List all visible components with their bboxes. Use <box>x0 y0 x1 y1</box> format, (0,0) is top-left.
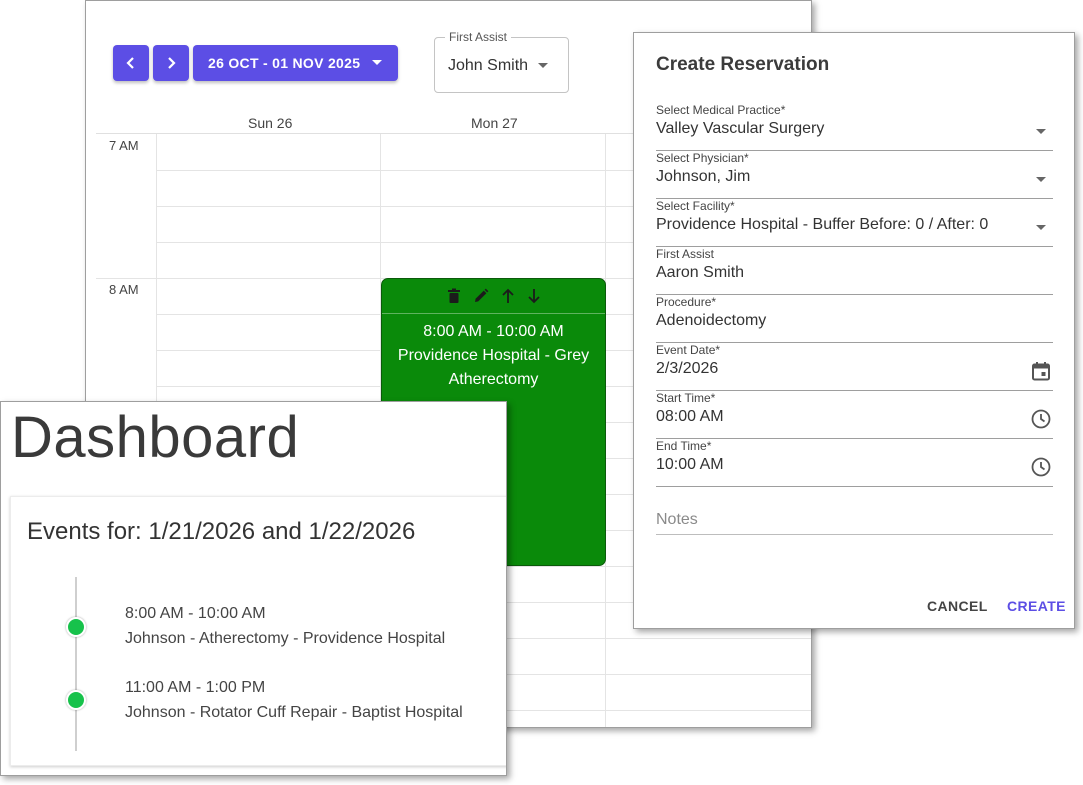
start-time-label: Start Time* <box>656 391 716 405</box>
move-event-down-button[interactable] <box>527 288 541 304</box>
chevron-left-icon <box>126 57 134 69</box>
dashboard-title: Dashboard <box>11 405 300 470</box>
timeline-dot <box>66 690 86 710</box>
next-week-button[interactable] <box>153 45 189 81</box>
edit-event-button[interactable] <box>473 288 489 304</box>
start-time-field[interactable]: Start Time* 08:00 AM <box>656 391 1053 439</box>
event-date-label: Event Date* <box>656 343 721 357</box>
end-time-field[interactable]: End Time* 10:00 AM <box>656 439 1053 487</box>
day-header-mon: Mon 27 <box>471 115 518 131</box>
event-location: Providence Hospital - Grey <box>397 347 590 364</box>
arrow-down-icon <box>527 289 540 304</box>
events-card: Events for: 1/21/2026 and 1/22/2026 8:00… <box>10 496 506 766</box>
timeline-event-description: Johnson - Rotator Cuff Repair - Baptist … <box>125 704 463 721</box>
event-procedure: Atherectomy <box>448 371 539 388</box>
caret-down-icon <box>538 63 548 68</box>
notes-placeholder: Notes <box>656 511 698 528</box>
clock-icon[interactable] <box>1031 409 1051 429</box>
procedure-value: Adenoidectomy <box>656 312 767 329</box>
event-date-field[interactable]: Event Date* 2/3/2026 <box>656 343 1053 391</box>
event-time: 8:00 AM - 10:00 AM <box>423 323 564 340</box>
create-button[interactable]: CREATE <box>1007 598 1066 614</box>
timeline-event-time: 8:00 AM - 10:00 AM <box>125 605 266 622</box>
first-assist-filter-value: John Smith <box>448 57 529 74</box>
timeline-event-description: Johnson - Atherectomy - Providence Hospi… <box>125 630 446 647</box>
timeline-event-time: 11:00 AM - 1:00 PM <box>125 679 266 696</box>
trash-icon <box>447 288 460 303</box>
notes-field[interactable]: Notes <box>656 511 1053 535</box>
facility-label: Select Facility* <box>656 199 735 213</box>
day-header-sun: Sun 26 <box>248 115 293 131</box>
event-toolbar <box>382 279 605 314</box>
delete-event-button[interactable] <box>447 288 461 304</box>
caret-down-icon <box>1036 225 1046 230</box>
physician-select[interactable]: Select Physician* Johnson, Jim <box>656 151 1053 199</box>
events-heading: Events for: 1/21/2026 and 1/22/2026 <box>27 518 416 545</box>
first-assist-filter[interactable]: First Assist John Smith <box>434 30 569 93</box>
dialog-title: Create Reservation <box>656 54 830 75</box>
physician-label: Select Physician* <box>656 151 749 165</box>
first-assist-value: Aaron Smith <box>656 264 745 281</box>
procedure-field[interactable]: Procedure* Adenoidectomy <box>656 295 1053 343</box>
caret-down-icon <box>372 60 382 65</box>
caret-down-icon <box>1036 177 1046 182</box>
timeline-line <box>75 577 77 751</box>
time-label-7am: 7 AM <box>109 138 139 153</box>
facility-value: Providence Hospital - Buffer Before: 0 /… <box>656 216 989 233</box>
start-time-value: 08:00 AM <box>656 408 724 425</box>
medical-practice-label: Select Medical Practice* <box>656 103 786 117</box>
first-assist-label: First Assist <box>656 247 715 261</box>
calendar-icon[interactable] <box>1031 361 1051 381</box>
facility-select[interactable]: Select Facility* Providence Hospital - B… <box>656 199 1053 247</box>
medical-practice-select[interactable]: Select Medical Practice* Valley Vascular… <box>656 103 1053 151</box>
dashboard-panel: Dashboard Events for: 1/21/2026 and 1/22… <box>0 401 507 776</box>
first-assist-field[interactable]: First Assist Aaron Smith <box>656 247 1053 295</box>
caret-down-icon <box>1036 129 1046 134</box>
physician-value: Johnson, Jim <box>656 168 751 185</box>
arrow-up-icon <box>501 288 514 303</box>
create-reservation-dialog: Create Reservation Select Medical Practi… <box>633 32 1075 629</box>
timeline-dot <box>66 617 86 637</box>
first-assist-filter-label: First Assist <box>445 30 512 44</box>
event-date-value: 2/3/2026 <box>656 360 719 377</box>
cancel-button[interactable]: CANCEL <box>927 598 988 614</box>
medical-practice-value: Valley Vascular Surgery <box>656 120 825 137</box>
date-range-label: 26 OCT - 01 NOV 2025 <box>208 55 361 71</box>
end-time-label: End Time* <box>656 439 712 453</box>
date-range-button[interactable]: 26 OCT - 01 NOV 2025 <box>193 45 398 81</box>
pencil-icon <box>474 288 488 302</box>
previous-week-button[interactable] <box>113 45 149 81</box>
clock-icon[interactable] <box>1031 457 1051 477</box>
end-time-value: 10:00 AM <box>656 456 724 473</box>
time-label-8am: 8 AM <box>109 282 139 297</box>
chevron-right-icon <box>168 57 176 69</box>
move-event-up-button[interactable] <box>501 288 515 304</box>
procedure-label: Procedure* <box>656 295 717 309</box>
